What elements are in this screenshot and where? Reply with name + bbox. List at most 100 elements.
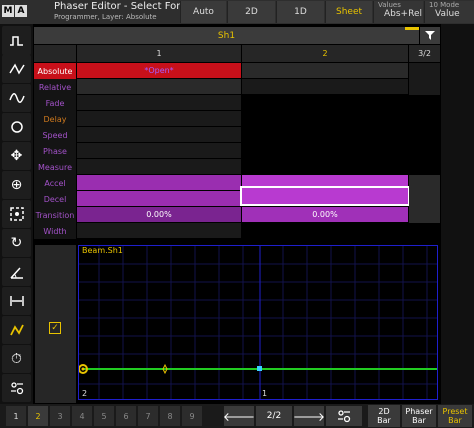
phaser-bar-l1: Phaser (405, 407, 433, 416)
preset-bar-button[interactable]: Preset Bar (438, 405, 472, 427)
cell-speed-2[interactable] (242, 127, 408, 143)
cell-width-1[interactable] (77, 223, 241, 239)
cell-phase-2[interactable] (242, 143, 408, 159)
2d-bar-l2: Bar (377, 416, 391, 425)
page-button-2[interactable]: 2 (28, 406, 48, 426)
values-value: Abs+Rel (384, 9, 422, 19)
row-label-accel[interactable]: Accel (34, 175, 76, 191)
page-button-1[interactable]: 1 (6, 406, 26, 426)
row-label-phase[interactable]: Phase (34, 143, 76, 159)
column-3-strip-bottom (409, 175, 440, 223)
mode-value: Value (435, 9, 460, 19)
scale-icon[interactable] (2, 200, 31, 228)
page-settings-icon[interactable] (326, 406, 362, 426)
cell-measure-2[interactable] (242, 159, 408, 175)
cell-phase-1[interactable] (77, 143, 241, 159)
linear-wave-icon[interactable] (2, 55, 31, 83)
rotate-icon[interactable]: ↻ (2, 229, 31, 257)
cell-transition-2[interactable]: 0.00% (242, 207, 408, 223)
cell-speed-1[interactable] (77, 127, 241, 143)
timer-icon[interactable]: ⏱ (2, 345, 31, 373)
crosshair-icon[interactable]: ⊕ (2, 171, 31, 199)
page-button-4[interactable]: 4 (72, 406, 92, 426)
next-arrow-icon[interactable]: 🡒 (293, 406, 325, 426)
row-label-speed[interactable]: Speed (34, 127, 76, 143)
cell-delay-1[interactable] (77, 111, 241, 127)
right-toolbar (441, 24, 474, 404)
row-label-transition[interactable]: Transition (34, 207, 76, 223)
page-button-7[interactable]: 7 (138, 406, 158, 426)
preset-bar-l2: Bar (448, 416, 462, 425)
graph-grid (79, 246, 437, 399)
column-header-1[interactable]: 1 (77, 45, 241, 62)
1d-button[interactable]: 1D (276, 1, 324, 23)
page-button-6[interactable]: 6 (116, 406, 136, 426)
filter-icon[interactable] (420, 27, 440, 44)
sine-wave-icon[interactable] (2, 84, 31, 112)
2d-bar-button[interactable]: 2D Bar (368, 405, 400, 427)
row-label-fade[interactable]: Fade (34, 95, 76, 111)
graph-label-mid: 1 (262, 389, 268, 398)
graph-checkbox[interactable]: ✓ (49, 322, 61, 334)
settings-icon[interactable] (2, 374, 31, 402)
cell-measure-1[interactable] (77, 159, 241, 175)
graph-title: Beam.Sh1 (82, 246, 123, 255)
page-indicator: 2/2 (256, 406, 292, 426)
phaser-bar-l2: Bar (412, 416, 426, 425)
row-label-relative[interactable]: Relative (34, 79, 76, 95)
page-button-8[interactable]: 8 (160, 406, 180, 426)
logo-a: A (15, 5, 27, 17)
logo-m: M (2, 5, 14, 17)
cell-fade-1[interactable] (77, 95, 241, 111)
2d-bar-l1: 2D (378, 407, 390, 416)
2d-button[interactable]: 2D (227, 1, 275, 23)
page-button-9[interactable]: 9 (182, 406, 202, 426)
auto-button[interactable]: Auto (180, 1, 226, 23)
mode-label: 10 Mode (429, 1, 460, 9)
move-icon[interactable]: ✥ (2, 142, 31, 170)
row-label-delay[interactable]: Delay (34, 111, 76, 127)
page-button-3[interactable]: 3 (50, 406, 70, 426)
circle-icon[interactable] (2, 113, 31, 141)
width-icon[interactable] (2, 287, 31, 315)
values-label: Values (378, 1, 401, 9)
row-label-width[interactable]: Width (34, 223, 76, 239)
row-label-absolute[interactable]: Absolute (34, 63, 76, 79)
cell-fade-2[interactable] (242, 95, 408, 111)
sheet-header[interactable]: Sh1 (34, 27, 419, 44)
title-main: Phaser Editor - Select Form (54, 1, 190, 12)
phaser-graph[interactable] (78, 245, 438, 400)
preset-bar-l1: Preset (442, 407, 468, 416)
cell-absolute-2[interactable] (242, 63, 408, 79)
cell-absolute-1[interactable]: *Open* (77, 63, 241, 79)
column-3-strip-top (409, 63, 440, 95)
cell-width-2[interactable] (242, 223, 408, 239)
title-sub: Programmer, Layer: Absolute (54, 13, 157, 21)
window-title[interactable]: Phaser Editor - Select Form Programmer, … (54, 1, 190, 23)
corner-header (34, 45, 76, 62)
cell-transition-1[interactable]: 0.00% (77, 207, 241, 223)
ma-logo: M A (2, 3, 28, 19)
square-wave-icon[interactable] (2, 27, 31, 55)
prev-arrow-icon[interactable]: 🡐 (223, 406, 255, 426)
cell-relative-1[interactable] (77, 79, 241, 95)
angle-icon[interactable] (2, 258, 31, 286)
cell-accel-1[interactable] (77, 175, 241, 191)
column-header-2[interactable]: 2 (242, 45, 408, 62)
graph-step-marker (257, 366, 262, 371)
values-selector[interactable]: Values Abs+Rel (373, 1, 423, 23)
cell-decel-1[interactable] (77, 191, 241, 207)
phaser-bar-button[interactable]: Phaser Bar (402, 405, 436, 427)
graph-label-left: 2 (82, 389, 88, 398)
cell-delay-2[interactable] (242, 111, 408, 127)
column-page-indicator[interactable]: 3/2 (409, 45, 440, 62)
row-label-decel[interactable]: Decel (34, 191, 76, 207)
sheet-accent-bar (405, 27, 419, 30)
sheet-button[interactable]: Sheet (325, 1, 372, 23)
row-label-measure[interactable]: Measure (34, 159, 76, 175)
cell-relative-2[interactable] (242, 79, 408, 95)
page-button-5[interactable]: 5 (94, 406, 114, 426)
transition-icon[interactable] (2, 316, 31, 344)
cell-decel-2-selected[interactable] (240, 186, 410, 206)
mode-selector[interactable]: 10 Mode Value (424, 1, 474, 23)
